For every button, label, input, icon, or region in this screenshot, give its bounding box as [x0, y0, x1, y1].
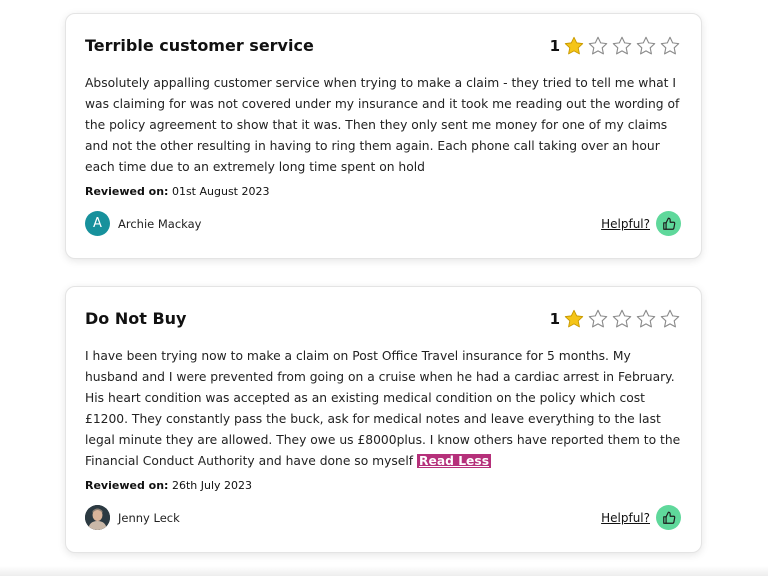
helpful-link[interactable]: Helpful?: [601, 217, 650, 231]
star-empty-icon: [636, 309, 656, 328]
read-less-link[interactable]: Read Less: [417, 454, 492, 468]
review-body: I have been trying now to make a claim o…: [85, 346, 685, 472]
review-card: Do Not Buy 1 I have been trying now to m…: [65, 286, 702, 553]
avatar: [85, 505, 110, 530]
review-title: Terrible customer service: [85, 36, 314, 55]
helpful-link[interactable]: Helpful?: [601, 511, 650, 525]
review-text: I have been trying now to make a claim o…: [85, 349, 681, 468]
helpful-button[interactable]: [656, 505, 681, 530]
reviewed-label: Reviewed on:: [85, 479, 169, 492]
review-text: Absolutely appalling customer service wh…: [85, 76, 680, 174]
rating-number: 1: [549, 37, 560, 55]
review-date: Reviewed on: 01st August 2023: [85, 185, 269, 198]
star-empty-icon: [660, 36, 680, 55]
star-empty-icon: [612, 309, 632, 328]
reviewer-name: Archie Mackay: [118, 216, 202, 231]
stars-row: [563, 35, 681, 57]
avatar-photo-icon: [85, 505, 110, 530]
star-empty-icon: [660, 309, 680, 328]
star-rating: 1: [550, 308, 681, 330]
review-date: Reviewed on: 26th July 2023: [85, 479, 252, 492]
reviewed-date: 26th July 2023: [171, 479, 253, 492]
star-empty-icon: [588, 36, 608, 55]
helpful-control: Helpful?: [601, 505, 681, 530]
review-body: Absolutely appalling customer service wh…: [85, 73, 685, 178]
stars-row: [563, 308, 681, 330]
helpful-button[interactable]: [656, 211, 681, 236]
star-rating: 1: [550, 35, 681, 57]
page-bottom-fade: [0, 566, 768, 576]
star-empty-icon: [612, 36, 632, 55]
rating-number: 1: [549, 310, 560, 328]
avatar: A: [85, 211, 110, 236]
helpful-control: Helpful?: [601, 211, 681, 236]
thumbs-up-icon: [662, 217, 675, 230]
star-empty-icon: [636, 36, 656, 55]
reviewed-label: Reviewed on:: [85, 185, 169, 198]
review-title: Do Not Buy: [85, 309, 187, 328]
reviewer: A Archie Mackay: [85, 211, 201, 236]
review-card: Terrible customer service 1 Absolutely a…: [65, 13, 702, 259]
star-filled-icon: [564, 36, 584, 55]
thumbs-up-icon: [662, 511, 675, 524]
star-empty-icon: [588, 309, 608, 328]
reviewer: Jenny Leck: [85, 505, 180, 530]
reviewer-name: Jenny Leck: [118, 510, 180, 525]
reviewed-date: 01st August 2023: [171, 185, 270, 198]
star-filled-icon: [564, 309, 584, 328]
